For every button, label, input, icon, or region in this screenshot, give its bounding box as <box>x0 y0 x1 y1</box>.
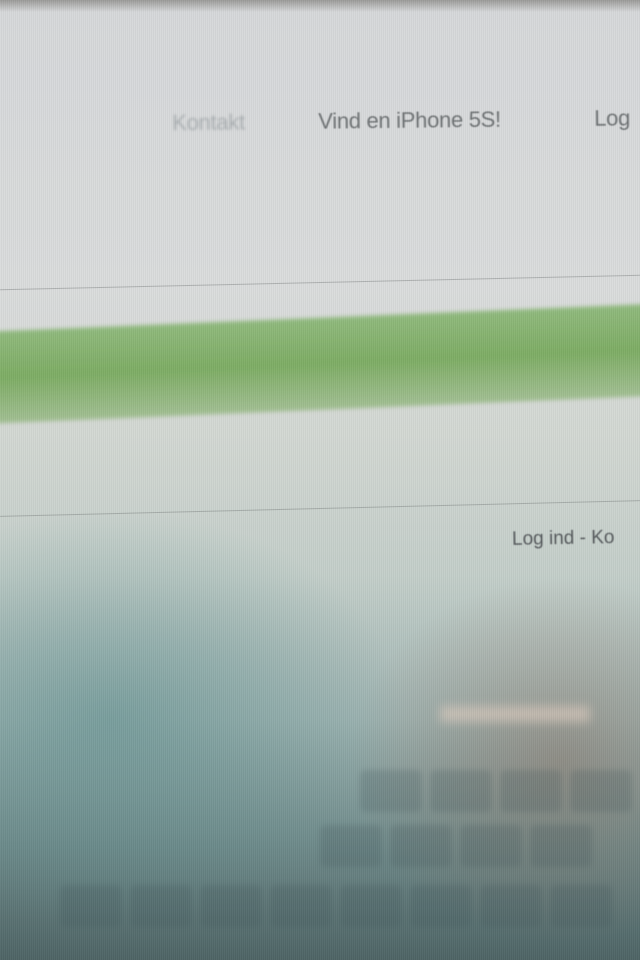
divider-line <box>0 274 640 291</box>
photo-of-screen: Kontakt Vind en iPhone 5S! Log Log ind -… <box>0 0 640 960</box>
nav-item-win-iphone[interactable]: Vind en iPhone 5S! <box>318 107 501 135</box>
nav-item-kontakt[interactable]: Kontakt <box>172 109 245 136</box>
divider-line <box>0 500 640 517</box>
screen-bezel <box>0 0 640 12</box>
top-navigation: Kontakt Vind en iPhone 5S! Log <box>0 93 640 160</box>
login-link[interactable]: Log ind - Ko <box>512 527 615 551</box>
nav-item-log[interactable]: Log <box>594 105 630 131</box>
keyboard-reflection <box>0 700 640 960</box>
green-banner <box>0 302 640 424</box>
